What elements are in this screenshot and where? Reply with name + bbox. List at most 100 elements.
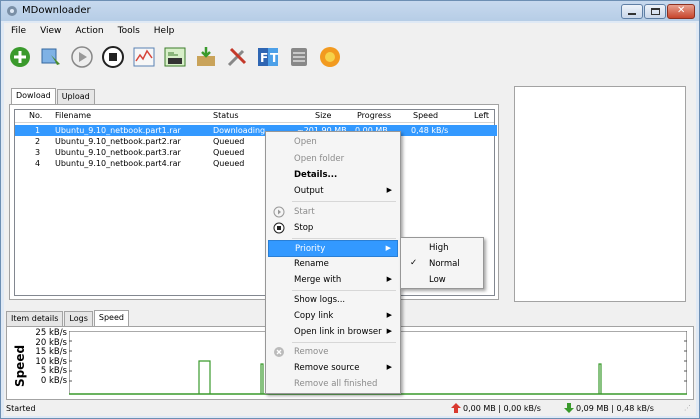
cell-status: Queued (213, 159, 245, 168)
menu-rename[interactable]: Rename (268, 256, 398, 273)
menu-open[interactable]: Open (268, 134, 398, 151)
resize-grip-icon[interactable]: ⋰ (684, 404, 691, 412)
column-status[interactable]: Status (213, 111, 239, 120)
menu-priority[interactable]: Priority ▶ (268, 240, 398, 257)
firefox-button[interactable] (316, 43, 344, 71)
menu-open-folder[interactable]: Open folder (268, 151, 398, 168)
tools-button[interactable] (223, 43, 251, 71)
column-no[interactable]: No. (29, 111, 42, 120)
table-row[interactable]: 4 Ubuntu_9.10_netbook.part4.rar Queued (15, 158, 494, 169)
close-button[interactable]: ✕ (667, 4, 695, 19)
menu-remove[interactable]: Remove (268, 344, 398, 361)
priority-submenu: High ✓ Normal Low (400, 237, 484, 289)
table-row[interactable]: 1 Ubuntu_9.10_netbook.part1.rar Download… (15, 125, 497, 136)
cell-no: 3 (35, 148, 41, 157)
download-tabs: Dowload Upload (11, 88, 96, 105)
menu-label: Low (429, 275, 446, 285)
queue-icon (197, 47, 215, 66)
menu-label: Normal (429, 259, 460, 269)
title-bar[interactable]: MDownloader ✕ (1, 1, 699, 21)
menu-separator (292, 342, 396, 343)
tab-upload[interactable]: Upload (56, 89, 95, 104)
cell-filename: Ubuntu_9.10_netbook.part3.rar (55, 148, 181, 157)
menu-help[interactable]: Help (147, 23, 182, 39)
submenu-arrow-icon: ▶ (386, 311, 392, 319)
speed-graph-button[interactable] (130, 43, 158, 71)
cell-no: 4 (35, 159, 41, 168)
cell-filename: Ubuntu_9.10_netbook.part4.rar (55, 159, 181, 168)
add-batch-icon (41, 48, 60, 65)
menu-bar: File View Action Tools Help (4, 23, 696, 39)
menu-show-logs[interactable]: Show logs... (268, 292, 398, 309)
cell-status: Downloading (213, 126, 266, 135)
menu-view[interactable]: View (33, 23, 68, 39)
menu-stop[interactable]: Stop (268, 220, 398, 237)
status-bar: Started 0,00 MB | 0,00 kB/s 0,09 MB | 0,… (4, 401, 696, 416)
stop-button[interactable] (99, 43, 127, 71)
menu-remove-all-finished[interactable]: Remove all finished (268, 376, 398, 393)
menu-start[interactable]: Start (268, 204, 398, 221)
download-stats: 0,09 MB | 0,48 kB/s (576, 404, 654, 413)
menu-separator (292, 201, 396, 202)
menu-separator (292, 238, 396, 239)
ft-button[interactable]: FT (254, 43, 282, 71)
menu-output[interactable]: Output ▶ (268, 183, 398, 200)
tools-icon (227, 47, 247, 67)
column-progress[interactable]: Progress (357, 111, 391, 120)
submenu-arrow-icon: ▶ (386, 363, 392, 371)
tick-label: 0 kB/s (40, 375, 67, 386)
menu-label: High (429, 243, 449, 253)
menu-label: Open (294, 137, 317, 147)
window-title: MDownloader (22, 5, 91, 16)
queue-button[interactable] (192, 43, 220, 71)
minimize-button[interactable] (621, 4, 643, 19)
upload-arrow-icon (451, 403, 461, 413)
storage-button[interactable] (285, 43, 313, 71)
menu-remove-source[interactable]: Remove source ▶ (268, 360, 398, 377)
column-filename[interactable]: Filename (55, 111, 91, 120)
add-download-button[interactable] (6, 43, 34, 71)
table-row[interactable]: 2 Ubuntu_9.10_netbook.part2.rar Queued (15, 136, 494, 147)
status-text: Started (6, 404, 36, 413)
submenu-arrow-icon: ▶ (385, 244, 391, 252)
upload-stats: 0,00 MB | 0,00 kB/s (463, 404, 541, 413)
menu-label: Output (294, 186, 324, 196)
menu-tools[interactable]: Tools (111, 23, 147, 39)
menu-label: Remove (294, 347, 329, 357)
storage-icon (291, 48, 307, 66)
add-batch-button[interactable] (37, 43, 65, 71)
menu-label: Rename (294, 259, 329, 269)
speed-axis-title: Speed (13, 345, 27, 387)
stop-icon (102, 46, 124, 68)
tab-item-details[interactable]: Item details (6, 311, 64, 326)
tab-logs[interactable]: Logs (64, 311, 93, 326)
menu-copy-link[interactable]: Copy link ▶ (268, 308, 398, 325)
cell-speed: 0,48 kB/s (411, 126, 449, 135)
menu-open-link-browser[interactable]: Open link in browser ▶ (268, 324, 398, 341)
code-button[interactable] (161, 43, 189, 71)
column-speed[interactable]: Speed (413, 111, 438, 120)
priority-high[interactable]: High (403, 240, 483, 257)
tab-speed[interactable]: Speed (93, 310, 129, 326)
priority-low[interactable]: Low (403, 272, 483, 289)
priority-normal[interactable]: ✓ Normal (403, 256, 483, 273)
cell-no: 2 (35, 137, 41, 146)
tab-download[interactable]: Dowload (11, 88, 56, 104)
start-button[interactable] (68, 43, 96, 71)
menu-merge-with[interactable]: Merge with ▶ (268, 272, 398, 289)
column-left[interactable]: Left (474, 111, 489, 120)
maximize-button[interactable] (644, 4, 666, 19)
remove-icon (274, 347, 284, 357)
menu-separator (292, 290, 396, 291)
menu-label: Open folder (294, 154, 345, 164)
menu-file[interactable]: File (4, 23, 33, 39)
menu-label: Copy link (294, 311, 334, 321)
cell-status: Queued (213, 137, 245, 146)
menu-details[interactable]: Details... (268, 167, 398, 184)
speed-ticks: 25 kB/s 20 kB/s 15 kB/s 10 kB/s 5 kB/s 0… (27, 328, 67, 386)
code-icon (164, 47, 186, 67)
menu-action[interactable]: Action (68, 23, 110, 39)
table-row[interactable]: 3 Ubuntu_9.10_netbook.part3.rar Queued (15, 147, 494, 158)
cell-no: 1 (35, 126, 41, 135)
column-size[interactable]: Size (315, 111, 331, 120)
